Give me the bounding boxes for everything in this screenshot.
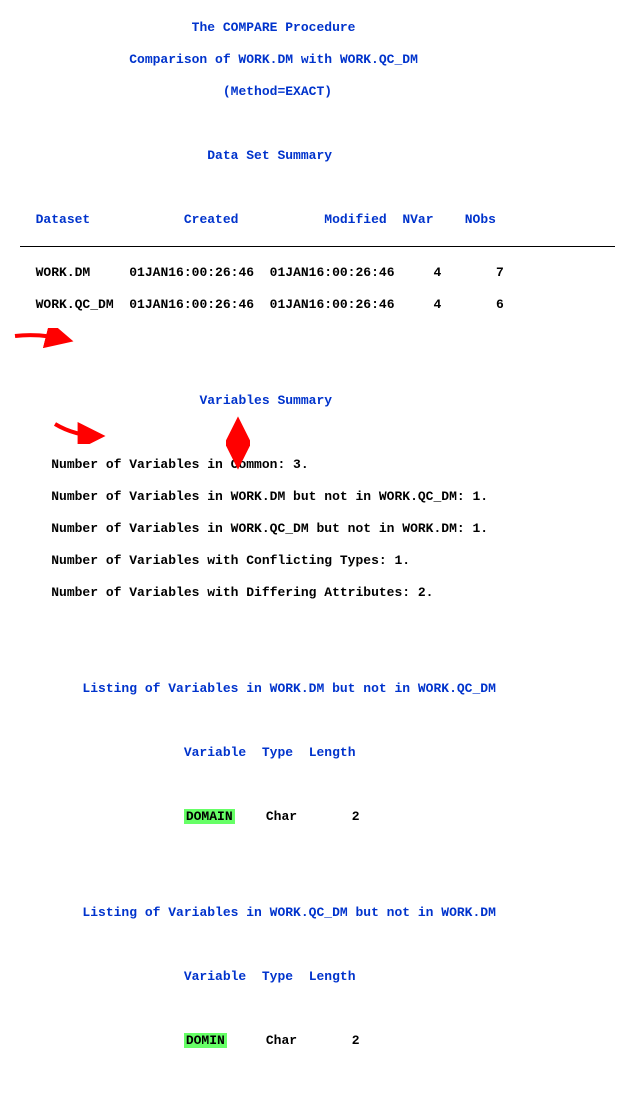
blank-line [20,329,615,345]
blank-line [20,425,615,441]
table-row: DOMAIN Char 2 [20,809,615,825]
summary-line: Number of Variables in WORK.DM but not i… [20,489,615,505]
section-title-dataset: Data Set Summary [20,148,615,164]
section-title-vars: Variables Summary [20,393,615,409]
blank-line [20,1097,615,1113]
highlight-domin: DOMIN [184,1033,227,1048]
list1-header-row: Variable Type Length [20,745,615,761]
blank-line [20,1065,615,1081]
section-title-list2: Listing of Variables in WORK.QC_DM but n… [20,905,615,921]
blank-line [20,361,615,377]
proc-subtitle: Comparison of WORK.DM with WORK.QC_DM [20,52,615,68]
blank-line [20,841,615,857]
list2-header-row: Variable Type Length [20,969,615,985]
blank-line [20,937,615,953]
proc-method: (Method=EXACT) [20,84,615,100]
summary-line: Number of Variables with Differing Attri… [20,585,615,601]
table-row: WORK.DM 01JAN16:00:26:46 01JAN16:00:26:4… [20,265,615,281]
blank-line [20,649,615,665]
divider [20,246,615,247]
summary-line: Number of Variables in WORK.QC_DM but no… [20,521,615,537]
section-title-list1: Listing of Variables in WORK.DM but not … [20,681,615,697]
blank-line [20,617,615,633]
blank-line [20,1001,615,1017]
table-row: DOMIN Char 2 [20,1033,615,1049]
highlight-domain: DOMAIN [184,809,235,824]
proc-title: The COMPARE Procedure [20,20,615,36]
summary-line: Number of Variables with Conflicting Typ… [20,553,615,569]
summary-line: Number of Variables in Common: 3. [20,457,615,473]
dataset-header-row: Dataset Created Modified NVar NObs [20,212,615,228]
compare-output: The COMPARE Procedure Comparison of WORK… [0,0,635,1120]
blank-line [20,873,615,889]
table-row: WORK.QC_DM 01JAN16:00:26:46 01JAN16:00:2… [20,297,615,313]
blank-line [20,180,615,196]
blank-line [20,713,615,729]
blank-line [20,777,615,793]
blank-line [20,116,615,132]
